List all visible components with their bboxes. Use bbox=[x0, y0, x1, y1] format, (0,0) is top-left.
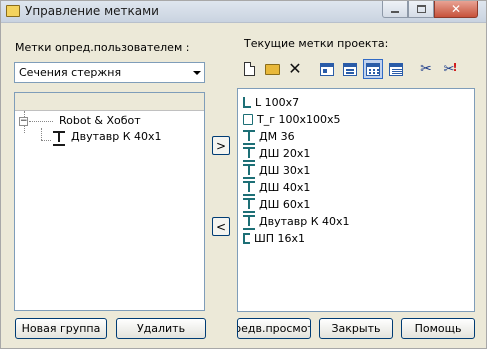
new-group-button[interactable]: Новая группа bbox=[15, 318, 107, 339]
delete-icon: ✕ bbox=[288, 59, 302, 78]
tree-header bbox=[15, 93, 204, 111]
warning-mark: ! bbox=[452, 60, 458, 74]
channel-icon bbox=[243, 232, 250, 244]
close-button[interactable]: Закрыть bbox=[319, 318, 393, 339]
scissors-icon: ✂ bbox=[420, 61, 432, 77]
view-list-button[interactable] bbox=[363, 59, 383, 79]
title-bar[interactable]: Управление метками ✕ bbox=[1, 1, 486, 23]
list-item[interactable]: ДШ 20x1 bbox=[243, 145, 311, 162]
tree-node-child[interactable]: Двутавр К 40x1 bbox=[53, 130, 162, 146]
list-item-label: ДШ 40x1 bbox=[259, 180, 311, 194]
user-labels-heading: Метки опред.пользователем : bbox=[15, 41, 190, 54]
move-right-button[interactable]: > bbox=[212, 136, 230, 155]
list-item[interactable]: ШП 16x1 bbox=[243, 230, 305, 246]
list-item-label: ШП 16x1 bbox=[254, 231, 306, 245]
ibeam-icon bbox=[243, 164, 255, 179]
project-labels-heading: Текущие метки проекта: bbox=[244, 37, 389, 50]
large-icons-view-icon bbox=[320, 62, 334, 76]
list-item-label: ДШ 60x1 bbox=[259, 197, 311, 211]
close-window-button[interactable]: ✕ bbox=[434, 1, 478, 18]
dialog-window: Управление метками ✕ Метки опред.пользов… bbox=[0, 0, 487, 349]
tree-collapse-toggle[interactable]: − bbox=[19, 117, 28, 126]
move-left-button[interactable]: < bbox=[212, 217, 230, 236]
list-item[interactable]: T_г 100x100x5 bbox=[243, 111, 341, 127]
list-item[interactable]: L 100x7 bbox=[243, 94, 299, 110]
list-item-label: ДМ 36 bbox=[259, 129, 295, 143]
list-item-label: ДШ 20x1 bbox=[259, 146, 311, 160]
section-type-select[interactable]: Сечения стержня bbox=[14, 62, 205, 83]
tree-connector bbox=[41, 140, 51, 141]
new-document-icon bbox=[243, 62, 255, 76]
tree-node-root[interactable]: Robot & Хобот bbox=[59, 114, 141, 127]
preview-button[interactable]: редв.просмот bbox=[237, 318, 311, 339]
ibeam-icon bbox=[53, 131, 65, 146]
section-type-value: Сечения стержня bbox=[19, 66, 122, 79]
list-item-label: Двутавр К 40x1 bbox=[259, 214, 350, 228]
help-button[interactable]: Помощь bbox=[401, 318, 475, 339]
view-small-icons-button[interactable] bbox=[340, 59, 360, 79]
minimize-button[interactable] bbox=[382, 1, 408, 18]
view-large-icons-button[interactable] bbox=[317, 59, 337, 79]
list-item-label: ДШ 30x1 bbox=[259, 163, 311, 177]
maximize-button[interactable] bbox=[408, 1, 434, 18]
scissors-delete-icon: ✂! bbox=[444, 60, 458, 77]
maximize-icon bbox=[416, 5, 426, 13]
delete-label-button[interactable]: ✕ bbox=[285, 59, 305, 79]
new-label-button[interactable] bbox=[239, 59, 259, 79]
list-item[interactable]: ДШ 60x1 bbox=[243, 196, 311, 213]
small-icons-view-icon bbox=[343, 62, 357, 76]
cut-button[interactable]: ✂ bbox=[416, 59, 436, 79]
ibeam-icon bbox=[243, 215, 255, 230]
user-labels-tree[interactable]: − Robot & Хобот Двутавр К 40x1 bbox=[14, 92, 205, 311]
tree-connector bbox=[29, 121, 53, 122]
list-item[interactable]: Двутавр К 40x1 bbox=[243, 213, 350, 230]
ibeam-icon bbox=[243, 198, 255, 213]
tree-connector bbox=[41, 128, 42, 140]
chevron-down-icon[interactable] bbox=[193, 71, 201, 75]
tree-node-child-label: Двутавр К 40x1 bbox=[71, 130, 162, 143]
list-item-label: T_г 100x100x5 bbox=[257, 112, 341, 126]
open-button[interactable] bbox=[262, 59, 282, 79]
open-folder-icon bbox=[264, 63, 280, 75]
ibeam-icon bbox=[243, 181, 255, 196]
list-view-icon bbox=[366, 62, 380, 76]
angle-icon bbox=[243, 96, 251, 108]
details-view-icon bbox=[389, 62, 403, 76]
list-item[interactable]: ДМ 36 bbox=[243, 128, 295, 145]
ibeam-icon bbox=[243, 147, 255, 162]
list-item-label: L 100x7 bbox=[255, 95, 300, 109]
cut-delete-button[interactable]: ✂! bbox=[439, 59, 459, 79]
box-icon bbox=[243, 113, 253, 125]
project-labels-list[interactable]: L 100x7 T_г 100x100x5 ДМ 36 ДШ 20x1 ДШ 3… bbox=[237, 88, 475, 312]
view-details-button[interactable] bbox=[386, 59, 406, 79]
folder-icon bbox=[6, 5, 20, 17]
window-title: Управление метками bbox=[25, 4, 159, 18]
minimize-icon bbox=[391, 11, 399, 13]
ibeam-icon bbox=[243, 130, 255, 145]
list-item[interactable]: ДШ 30x1 bbox=[243, 162, 311, 179]
close-icon: ✕ bbox=[450, 2, 462, 16]
list-item[interactable]: ДШ 40x1 bbox=[243, 179, 311, 196]
delete-button[interactable]: Удалить bbox=[116, 318, 206, 339]
